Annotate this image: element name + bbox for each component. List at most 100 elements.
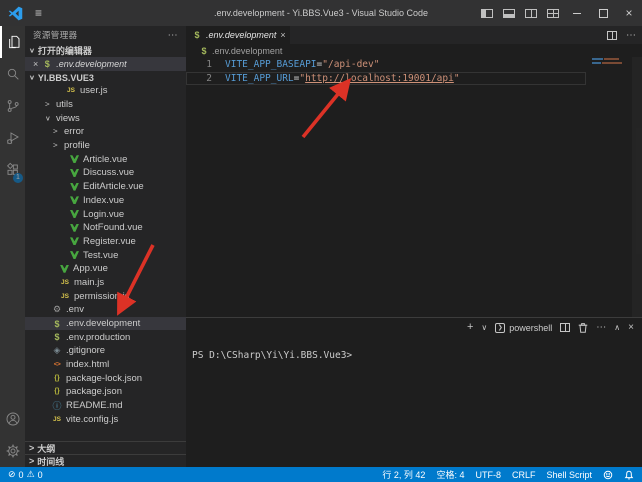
tab-label: .env.development: [206, 30, 276, 40]
tree-item-label: README.md: [66, 400, 122, 411]
feedback-icon[interactable]: [603, 470, 613, 480]
tree-item-label: index.html: [66, 359, 109, 370]
close-icon[interactable]: ×: [33, 59, 38, 69]
code-line[interactable]: 1 VITE_APP_BASEAPI="/api-dev": [186, 58, 586, 72]
tree-item-label: NotFound.vue: [83, 222, 143, 233]
settings-gear-icon[interactable]: [0, 435, 25, 467]
project-section[interactable]: ∨ YI.BBS.VUE3: [25, 71, 186, 84]
split-editor-icon[interactable]: [607, 31, 617, 40]
open-editor-item[interactable]: × .env.development: [25, 57, 186, 71]
terminal[interactable]: PS D:\CSharp\Yi\Yi.BBS.Vue3>: [186, 342, 642, 467]
indentation[interactable]: 空格: 4: [436, 468, 464, 481]
editor-scrollbar[interactable]: [632, 57, 642, 317]
notifications-bell-icon[interactable]: [624, 470, 634, 480]
twisty-icon: ∨: [45, 114, 52, 122]
split-terminal-icon[interactable]: [560, 323, 570, 332]
editor-group: .env.development × ⋯ .env.development: [186, 26, 642, 467]
tree-item[interactable]: user.js: [25, 84, 186, 98]
tree-item[interactable]: NotFound.vue: [25, 221, 186, 235]
git-icon: [52, 346, 62, 356]
tree-item[interactable]: .env.development: [25, 317, 186, 331]
problems-status[interactable]: ⊘ 0 ⚠ 0: [8, 469, 43, 480]
tree-item-label: views: [56, 113, 80, 124]
close-tab-icon[interactable]: ×: [280, 30, 285, 40]
language-mode[interactable]: Shell Script: [546, 470, 592, 480]
tab-env-development[interactable]: .env.development ×: [186, 26, 290, 44]
warning-icon: ⚠: [27, 469, 35, 480]
tree-item[interactable]: EditArticle.vue: [25, 180, 186, 194]
tree-item[interactable]: > profile: [25, 139, 186, 153]
tree-item-label: error: [64, 126, 84, 137]
minimize-button[interactable]: [564, 0, 590, 26]
vue-icon: [60, 265, 69, 273]
tab-bar: .env.development × ⋯: [186, 26, 642, 44]
tree-item-label: vite.config.js: [66, 414, 118, 425]
tree-item[interactable]: permission.js: [25, 289, 186, 303]
customize-layout-icon[interactable]: [547, 9, 559, 18]
close-button[interactable]: ×: [616, 0, 642, 26]
new-terminal-icon[interactable]: +: [467, 322, 473, 333]
tree-item[interactable]: > utils: [25, 98, 186, 112]
tree-item[interactable]: Test.vue: [25, 248, 186, 262]
maximize-panel-icon[interactable]: ∧: [614, 324, 620, 332]
tree-item[interactable]: package.json: [25, 385, 186, 399]
minimap[interactable]: [590, 57, 632, 97]
code-line[interactable]: 2 VITE_APP_URL="http://localhost:19001/a…: [186, 72, 586, 86]
cursor-position[interactable]: 行 2, 列 42: [382, 468, 425, 481]
account-icon[interactable]: [0, 403, 25, 435]
tree-item[interactable]: > error: [25, 125, 186, 139]
tree-item[interactable]: package-lock.json: [25, 371, 186, 385]
explorer-icon[interactable]: [0, 26, 25, 58]
run-debug-icon[interactable]: [0, 122, 25, 154]
toggle-sidebar-icon[interactable]: [481, 9, 493, 18]
sidebar-title: 资源管理器: [33, 29, 78, 41]
url-link[interactable]: http://localhost:19001/api: [305, 73, 454, 84]
toggle-secondary-sidebar-icon[interactable]: [525, 9, 537, 18]
tree-item[interactable]: Discuss.vue: [25, 166, 186, 180]
menu-icon[interactable]: ≡: [35, 7, 42, 19]
toggle-panel-icon[interactable]: [503, 9, 515, 18]
vue-icon: [70, 224, 79, 232]
sidebar-more-icon[interactable]: ⋯: [168, 30, 178, 41]
source-control-icon[interactable]: [0, 90, 25, 122]
search-icon[interactable]: [0, 58, 25, 90]
tree-item[interactable]: index.html: [25, 358, 186, 372]
tree-item[interactable]: README.md: [25, 399, 186, 413]
vue-icon: [70, 183, 79, 191]
tree-item[interactable]: ∨ views: [25, 111, 186, 125]
tree-item[interactable]: main.js: [25, 276, 186, 290]
maximize-button[interactable]: [590, 0, 616, 26]
chevron-down-icon[interactable]: ∨: [481, 324, 487, 332]
tree-item[interactable]: Register.vue: [25, 235, 186, 249]
vue-icon: [70, 251, 79, 259]
info-icon: [52, 401, 62, 411]
chevron-down-icon: ∨: [29, 47, 35, 54]
tree-item[interactable]: vite.config.js: [25, 413, 186, 427]
vue-icon: [70, 210, 79, 218]
close-panel-icon[interactable]: ×: [628, 322, 634, 333]
breadcrumb[interactable]: .env.development: [186, 44, 642, 57]
open-editors-section[interactable]: ∨ 打开的编辑器: [25, 44, 186, 57]
encoding[interactable]: UTF-8: [475, 470, 501, 480]
tree-item-label: Login.vue: [83, 209, 124, 220]
timeline-section[interactable]: > 时间线: [25, 454, 186, 467]
code-editor[interactable]: 1 VITE_APP_BASEAPI="/api-dev" 2 VITE_APP…: [186, 57, 642, 317]
tree-item[interactable]: .gitignore: [25, 344, 186, 358]
extensions-badge: 1: [13, 173, 23, 183]
eol-sequence[interactable]: CRLF: [512, 470, 536, 480]
tree-item[interactable]: Index.vue: [25, 194, 186, 208]
tree-item-label: package.json: [66, 386, 122, 397]
tree-item[interactable]: .env: [25, 303, 186, 317]
terminal-icon: ❯: [495, 323, 505, 333]
kill-terminal-icon[interactable]: [578, 322, 588, 333]
tree-item[interactable]: Login.vue: [25, 207, 186, 221]
tree-item[interactable]: App.vue: [25, 262, 186, 276]
open-editors-label: 打开的编辑器: [38, 44, 92, 57]
terminal-profile[interactable]: ❯ powershell: [495, 323, 552, 333]
tree-item[interactable]: Article.vue: [25, 152, 186, 166]
editor-more-icon[interactable]: ⋯: [626, 30, 636, 41]
panel-more-icon[interactable]: ⋯: [596, 322, 606, 333]
extensions-icon[interactable]: 1: [0, 154, 25, 186]
tree-item[interactable]: .env.production: [25, 330, 186, 344]
outline-section[interactable]: > 大纲: [25, 441, 186, 454]
